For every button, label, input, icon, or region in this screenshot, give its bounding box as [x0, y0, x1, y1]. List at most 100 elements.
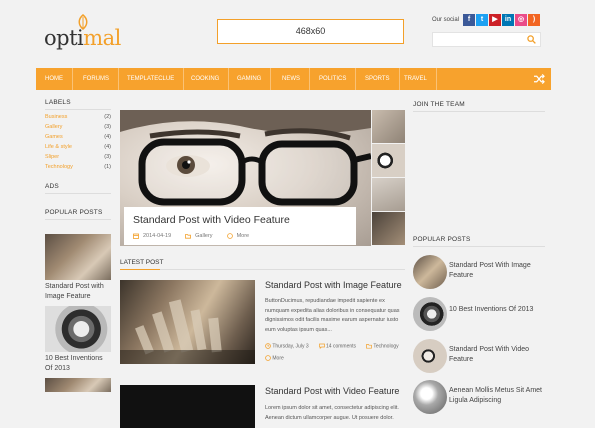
search-icon[interactable]: [527, 35, 536, 44]
label-count: (1): [104, 164, 111, 170]
latest-post-heading: LATEST POST: [120, 259, 164, 266]
nav-item-news[interactable]: NEWS: [273, 68, 310, 90]
label-count: (4): [104, 144, 111, 150]
right-popular-post[interactable]: Standard Post With Image Feature: [413, 255, 545, 291]
nav-item-forums[interactable]: FORUMS: [74, 68, 119, 90]
nav-item-templateclue[interactable]: TEMPLATECLUE: [118, 68, 185, 90]
label-name: Business: [45, 114, 68, 120]
labels-widget-title: LABELS: [45, 99, 111, 110]
city-skyline-illustration: [120, 299, 255, 364]
label-name: Games: [45, 134, 63, 140]
label-item[interactable]: Business (2): [45, 114, 111, 120]
facebook-icon[interactable]: f: [463, 14, 475, 26]
slider-post-category[interactable]: Gallery: [195, 233, 212, 239]
post-date-meta: Thursday, July 3: [265, 343, 309, 349]
label-item[interactable]: Gallery (3): [45, 124, 111, 130]
nav-item-cooking[interactable]: COOKING: [182, 68, 230, 90]
slider-post-title[interactable]: Standard Post with Video Feature: [133, 214, 290, 226]
more-icon: [265, 355, 271, 362]
linkedin-icon[interactable]: in: [502, 14, 514, 26]
slider-caption: Standard Post with Video Feature 2014-04…: [124, 207, 356, 245]
nav-item-sports[interactable]: SPORTS: [356, 68, 400, 90]
post-video-thumbnail[interactable]: [120, 385, 255, 428]
post-title[interactable]: Standard Post with Image Feature: [265, 280, 402, 290]
shuffle-icon[interactable]: [534, 74, 545, 84]
page: optimal 468x60 Our social f t ▶ in ◎) HOME F…: [0, 0, 595, 428]
comment-icon: [318, 343, 325, 349]
right-popular-title: Standard Post With Video Feature: [449, 346, 530, 363]
post-title[interactable]: Standard Post with Video Feature: [265, 386, 399, 396]
more-icon: [226, 233, 233, 239]
post-excerpt: Lorem ipsum dolor sit amet, consectetur …: [265, 405, 399, 421]
social-icons: f t ▶ in ◎): [463, 14, 540, 26]
popular-post-thumbnail[interactable]: [45, 306, 111, 352]
label-name: Sliper: [45, 154, 60, 160]
post-comments-meta[interactable]: 14 comments: [318, 343, 357, 350]
slider-post-date: 2014-04-19: [143, 233, 172, 239]
left-sidebar: LABELS Business (2) Gallery (3) Games (4) Life…: [45, 99, 111, 392]
right-popular-title: Aenean Mollis Metus Sit Amet Ligula Adip…: [449, 387, 542, 404]
right-popular-post[interactable]: 10 Best Inventions Of 2013: [413, 297, 545, 333]
label-item[interactable]: Games (4): [45, 134, 111, 140]
site-logo[interactable]: optimal: [44, 26, 121, 50]
slider-thumbnail[interactable]: [372, 144, 405, 177]
rss-icon[interactable]: ): [528, 14, 540, 26]
slider-more-link[interactable]: More: [237, 233, 250, 239]
popular-post-thumbnail[interactable]: [45, 234, 111, 280]
nav-item-gaming[interactable]: GAMING: [228, 68, 272, 90]
label-count: (3): [104, 154, 111, 160]
right-popular-thumbnail: [413, 297, 447, 331]
label-count: (2): [104, 114, 111, 120]
right-popular-thumbnail: [413, 380, 447, 414]
ads-widget-title: ADS: [45, 183, 111, 194]
post-meta: Thursday, July 3 14 comments Technology …: [265, 343, 405, 362]
nav-item-home[interactable]: HOME: [36, 68, 73, 90]
social-label: Our social: [432, 17, 460, 23]
main-nav: HOME FORUMS TEMPLATECLUE COOKING GAMING …: [36, 68, 551, 90]
logo-text-part2: mal: [83, 26, 121, 50]
nav-item-politics[interactable]: POLITICS: [310, 68, 357, 90]
header-ad-banner[interactable]: 468x60: [217, 19, 404, 44]
label-name: Gallery: [45, 124, 63, 130]
post-date: Thursday, July 3: [272, 343, 309, 350]
popular-posts-widget-title: POPULAR POSTS: [45, 209, 111, 220]
right-popular-posts-widget-title: POPULAR POSTS: [413, 236, 545, 247]
calendar-icon: [133, 233, 139, 239]
post-comments: 14 comments: [326, 343, 357, 350]
dribbble-icon[interactable]: ◎: [515, 14, 527, 26]
right-popular-post[interactable]: Standard Post With Video Feature: [413, 339, 545, 375]
logo-text-part1: opti: [44, 26, 84, 50]
post-category-meta[interactable]: Technology: [366, 343, 399, 349]
join-team-widget-title: JOIN THE TEAM: [413, 101, 545, 112]
labels-list: Business (2) Gallery (3) Games (4) Life & styl…: [45, 114, 111, 170]
search-input[interactable]: [432, 32, 541, 47]
label-name: Technology: [45, 164, 73, 170]
folder-icon: [185, 234, 192, 239]
post-more-meta[interactable]: More: [265, 355, 284, 362]
youtube-icon[interactable]: ▶: [489, 14, 501, 26]
label-item[interactable]: Life & style (4): [45, 144, 111, 150]
popular-post-thumbnail[interactable]: [45, 378, 111, 392]
folder-icon: [366, 344, 372, 349]
slider-thumbnail[interactable]: [372, 212, 405, 245]
section-divider: [120, 269, 405, 270]
right-popular-thumbnail: [413, 255, 447, 289]
label-count: (3): [104, 124, 111, 130]
twitter-icon[interactable]: t: [476, 14, 488, 26]
nav-item-travel[interactable]: TRAVEL: [395, 68, 437, 90]
post-category: Technology: [373, 343, 399, 350]
post-thumbnail[interactable]: [120, 280, 255, 364]
popular-post-title[interactable]: 10 Best Inventions Of 2013: [45, 354, 111, 374]
slider-thumbnails: [372, 110, 405, 246]
clock-icon: [265, 343, 271, 349]
right-popular-title: Standard Post With Image Feature: [449, 262, 531, 279]
right-popular-title: 10 Best Inventions Of 2013: [449, 306, 534, 313]
popular-post-title[interactable]: Standard Post with Image Feature: [45, 282, 111, 302]
right-popular-post[interactable]: Aenean Mollis Metus Sit Amet Ligula Adip…: [413, 380, 545, 416]
slider-thumbnail[interactable]: [372, 110, 405, 143]
label-count: (4): [104, 134, 111, 140]
label-item[interactable]: Sliper (3): [45, 154, 111, 160]
slider-thumbnail[interactable]: [372, 178, 405, 211]
label-name: Life & style: [45, 144, 72, 150]
slider-post-meta: 2014-04-19 Gallery More: [133, 233, 249, 239]
